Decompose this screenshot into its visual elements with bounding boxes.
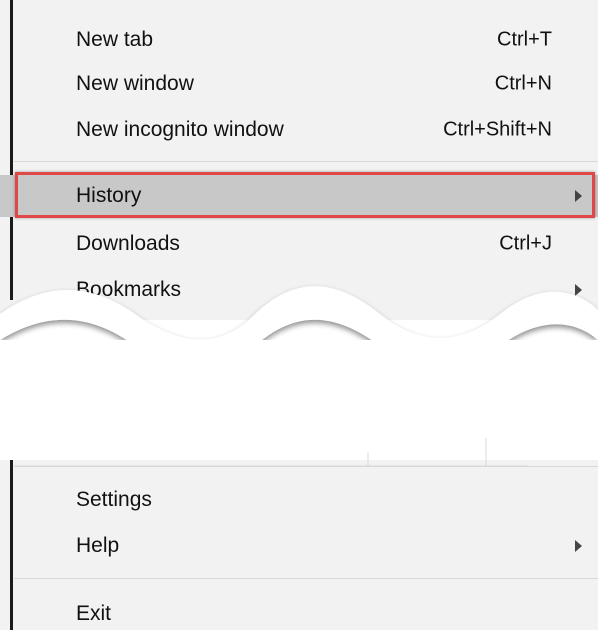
menu-separator	[14, 466, 598, 467]
menu-item-shortcut: Ctrl+Shift+N	[443, 118, 552, 141]
menu-item-new-tab[interactable]: New tab Ctrl+T	[0, 18, 598, 62]
menu-item-history[interactable]: History	[0, 175, 598, 217]
menu-separator	[14, 161, 598, 162]
menu-item-label: New tab	[76, 28, 154, 51]
menu-item-shortcut: Ctrl+T	[497, 28, 552, 51]
menu-separator	[14, 578, 598, 579]
menu-item-label: Downloads	[76, 232, 180, 255]
torn-edge-break	[0, 286, 598, 467]
menu-item-label: Exit	[76, 602, 112, 625]
menu-item-settings[interactable]: Settings	[0, 478, 598, 522]
menu-item-downloads[interactable]: Downloads Ctrl+J	[0, 222, 598, 266]
menu-item-new-window[interactable]: New window Ctrl+N	[0, 62, 598, 106]
menu-item-label: Help	[76, 534, 120, 557]
menu-item-help[interactable]: Help	[0, 524, 598, 568]
submenu-arrow-icon	[575, 540, 582, 552]
menu-item-shortcut: Ctrl+N	[494, 72, 552, 95]
menu-item-exit[interactable]: Exit	[0, 592, 598, 636]
menu-item-shortcut: Ctrl+J	[499, 232, 552, 255]
menu-item-label: New incognito window	[76, 118, 284, 141]
submenu-arrow-icon	[575, 190, 582, 202]
menu-item-new-incognito-window[interactable]: New incognito window Ctrl+Shift+N	[0, 108, 598, 152]
menu-item-label: Settings	[76, 488, 152, 511]
menu-item-label: New window	[76, 72, 194, 95]
menu-item-label: History	[76, 184, 142, 207]
